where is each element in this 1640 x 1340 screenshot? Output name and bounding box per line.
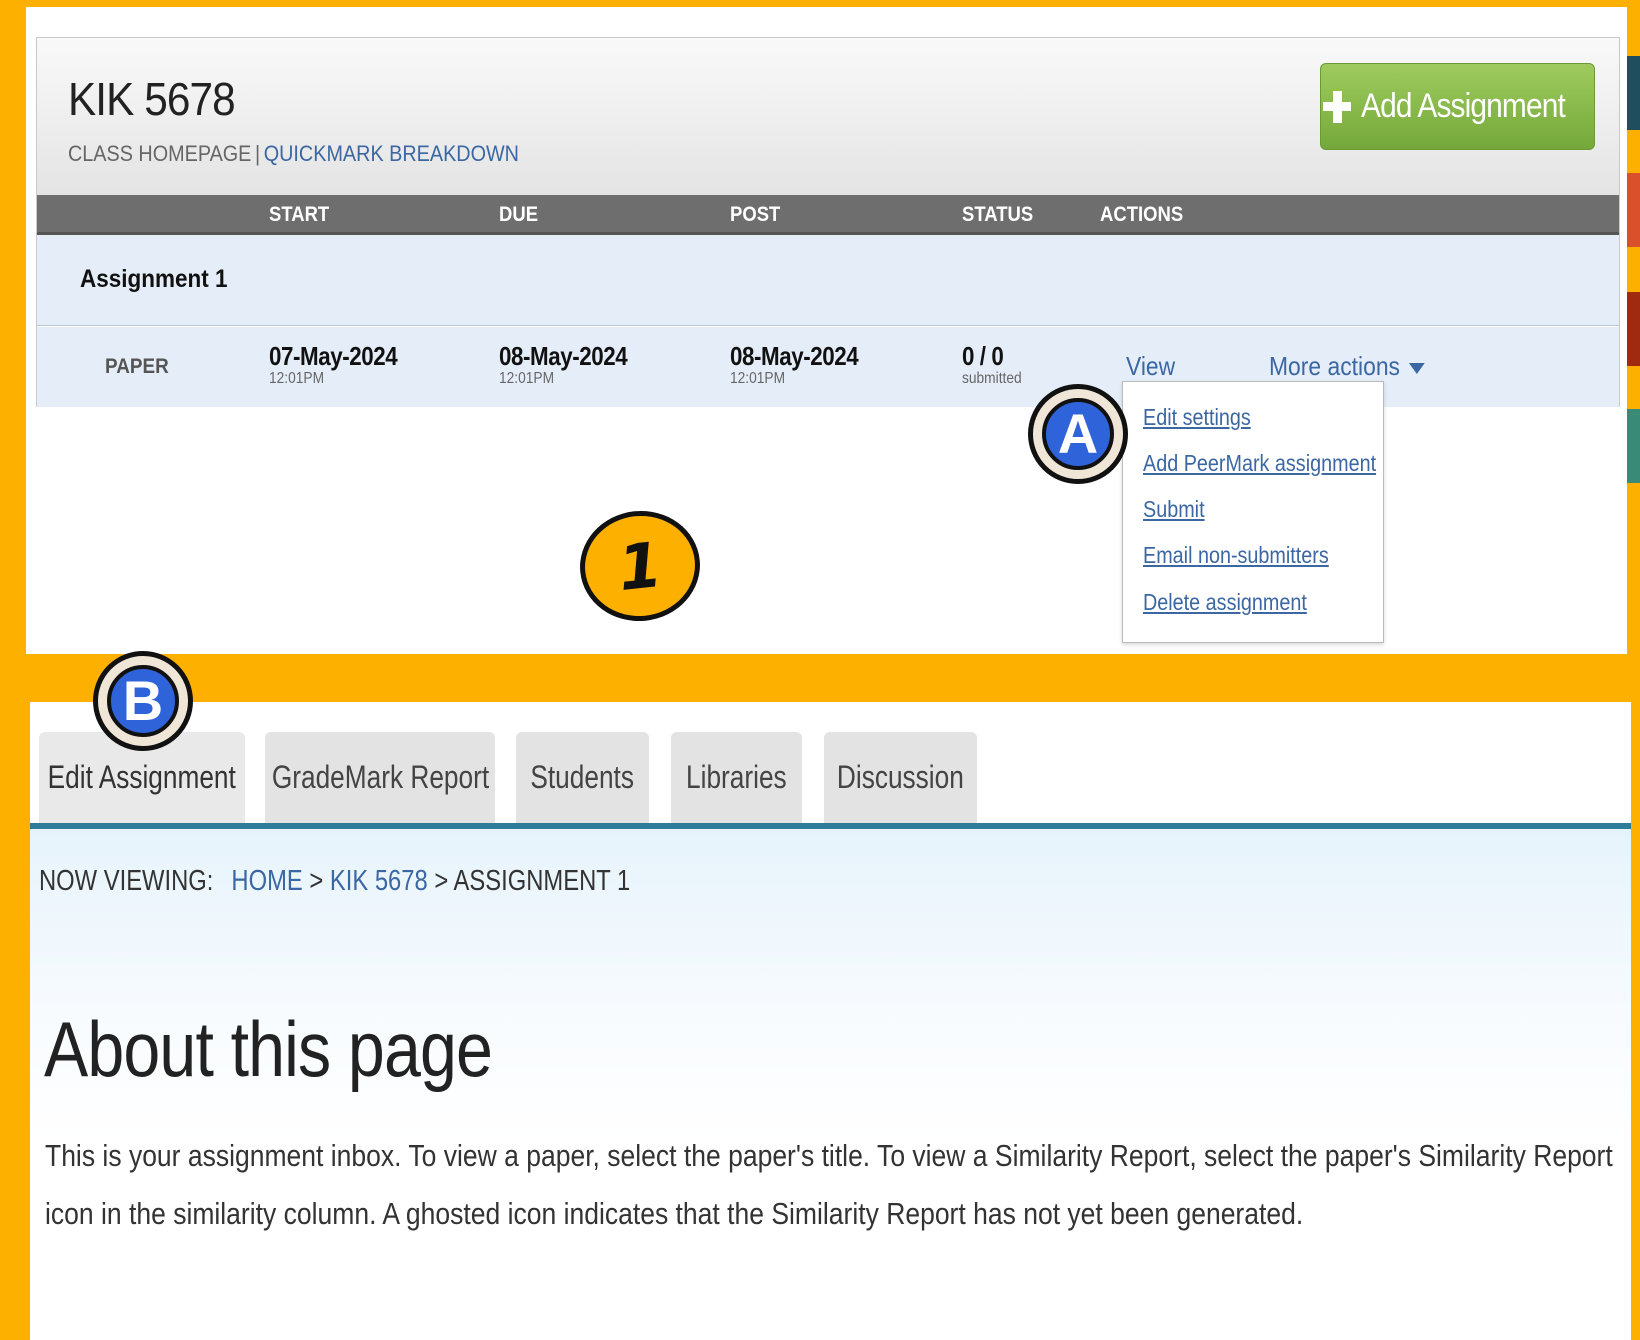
breadcrumb-separator: > bbox=[434, 865, 449, 897]
quickmark-breakdown-link[interactable]: QUICKMARK BREAKDOWN bbox=[264, 141, 519, 166]
assignment-inbox-panel: Edit Assignment GradeMark Report Student… bbox=[30, 702, 1631, 1340]
more-actions-toggle[interactable]: More actions bbox=[1269, 351, 1425, 382]
stripe-green bbox=[1627, 409, 1640, 483]
class-homepage-label: CLASS HOMEPAGE bbox=[68, 141, 252, 166]
breadcrumb-separator: > bbox=[309, 865, 324, 897]
tab-students-label: Students bbox=[530, 759, 635, 795]
stripe-teal bbox=[1627, 56, 1640, 130]
callout-badge-a: A bbox=[1028, 384, 1128, 484]
plus-icon bbox=[1322, 89, 1351, 125]
breadcrumb-label: NOW VIEWING: bbox=[39, 865, 214, 897]
assignment-name: Assignment 1 bbox=[80, 265, 228, 293]
header-post: POST bbox=[730, 203, 781, 226]
caret-down-icon bbox=[1408, 362, 1425, 374]
post-date-cell: 08-May-2024 12:01PM bbox=[730, 341, 879, 388]
status-cell: 0 / 0 submitted bbox=[962, 341, 1031, 388]
step-number-badge: 1 bbox=[574, 505, 706, 627]
breadcrumb-home-link[interactable]: HOME bbox=[231, 865, 302, 897]
menu-item-edit-settings[interactable]: Edit settings bbox=[1143, 404, 1251, 431]
header-due: DUE bbox=[499, 203, 539, 226]
add-assignment-button[interactable]: Add Assignment bbox=[1320, 63, 1595, 150]
class-subnav: CLASS HOMEPAGE | QUICKMARK BREAKDOWN bbox=[68, 141, 519, 167]
assignment-title-row: Assignment 1 bbox=[37, 235, 1619, 326]
tab-discussion-label: Discussion bbox=[837, 759, 964, 795]
breadcrumb-class-link[interactable]: KIK 5678 bbox=[330, 865, 428, 897]
tab-libraries[interactable]: Libraries bbox=[671, 732, 802, 823]
start-time: 12:01PM bbox=[269, 370, 325, 387]
header-start: START bbox=[269, 203, 330, 226]
header-actions: ACTIONS bbox=[1100, 203, 1184, 226]
callout-badge-b-label: B bbox=[107, 665, 179, 737]
class-homepage-panel: KIK 5678 CLASS HOMEPAGE | QUICKMARK BREAKD… bbox=[26, 7, 1627, 654]
view-link[interactable]: View bbox=[1126, 351, 1175, 382]
add-assignment-label: Add Assignment bbox=[1360, 87, 1566, 125]
tab-bar: Edit Assignment GradeMark Report Student… bbox=[30, 702, 1631, 823]
tab-libraries-label: Libraries bbox=[686, 759, 787, 795]
breadcrumb-current: ASSIGNMENT 1 bbox=[453, 865, 631, 897]
class-title: KIK 5678 bbox=[68, 73, 236, 125]
post-date: 08-May-2024 bbox=[730, 341, 859, 371]
due-date-cell: 08-May-2024 12:01PM bbox=[499, 341, 648, 388]
subnav-separator: | bbox=[254, 141, 261, 166]
page-heading: About this page bbox=[44, 1005, 493, 1093]
menu-item-delete-assignment[interactable]: Delete assignment bbox=[1143, 589, 1307, 616]
stripe-orange bbox=[1627, 173, 1640, 247]
header-status: STATUS bbox=[962, 203, 1034, 226]
class-card: KIK 5678 CLASS HOMEPAGE | QUICKMARK BREAKD… bbox=[36, 37, 1620, 407]
more-actions-menu: Edit settings Add PeerMark assignment Su… bbox=[1122, 381, 1384, 643]
callout-badge-b: B bbox=[93, 651, 193, 751]
side-color-stripes bbox=[1627, 0, 1640, 660]
due-date: 08-May-2024 bbox=[499, 341, 628, 371]
assignment-table-header: START DUE POST STATUS ACTIONS bbox=[37, 195, 1619, 235]
menu-item-submit[interactable]: Submit bbox=[1143, 496, 1205, 523]
inbox-content: NOW VIEWING: HOME > KIK 5678 > ASSIGNMENT… bbox=[30, 829, 1631, 1340]
step-number: 1 bbox=[614, 527, 666, 605]
submission-label: submitted bbox=[962, 370, 1022, 387]
due-time: 12:01PM bbox=[499, 370, 555, 387]
menu-item-add-peermark[interactable]: Add PeerMark assignment bbox=[1143, 450, 1376, 477]
more-actions-label: More actions bbox=[1269, 351, 1400, 381]
post-time: 12:01PM bbox=[730, 370, 786, 387]
tab-grademark-report[interactable]: GradeMark Report bbox=[265, 732, 495, 823]
page-description: This is your assignment inbox. To view a… bbox=[45, 1138, 1613, 1231]
start-date-cell: 07-May-2024 12:01PM bbox=[269, 341, 418, 388]
menu-item-email-non-submitters[interactable]: Email non-submitters bbox=[1143, 542, 1329, 569]
submission-count: 0 / 0 bbox=[962, 341, 1004, 371]
tab-students[interactable]: Students bbox=[516, 732, 649, 823]
start-date: 07-May-2024 bbox=[269, 341, 398, 371]
tab-discussion[interactable]: Discussion bbox=[824, 732, 977, 823]
tab-grademark-report-label: GradeMark Report bbox=[271, 759, 489, 795]
class-header: KIK 5678 CLASS HOMEPAGE | QUICKMARK BREAKD… bbox=[37, 38, 1619, 195]
callout-badge-a-label: A bbox=[1042, 398, 1114, 470]
breadcrumb: NOW VIEWING: HOME > KIK 5678 > ASSIGNMENT… bbox=[39, 865, 630, 898]
paper-type: PAPER bbox=[105, 355, 169, 378]
stripe-red bbox=[1627, 292, 1640, 366]
tab-edit-assignment-label: Edit Assignment bbox=[47, 759, 237, 795]
